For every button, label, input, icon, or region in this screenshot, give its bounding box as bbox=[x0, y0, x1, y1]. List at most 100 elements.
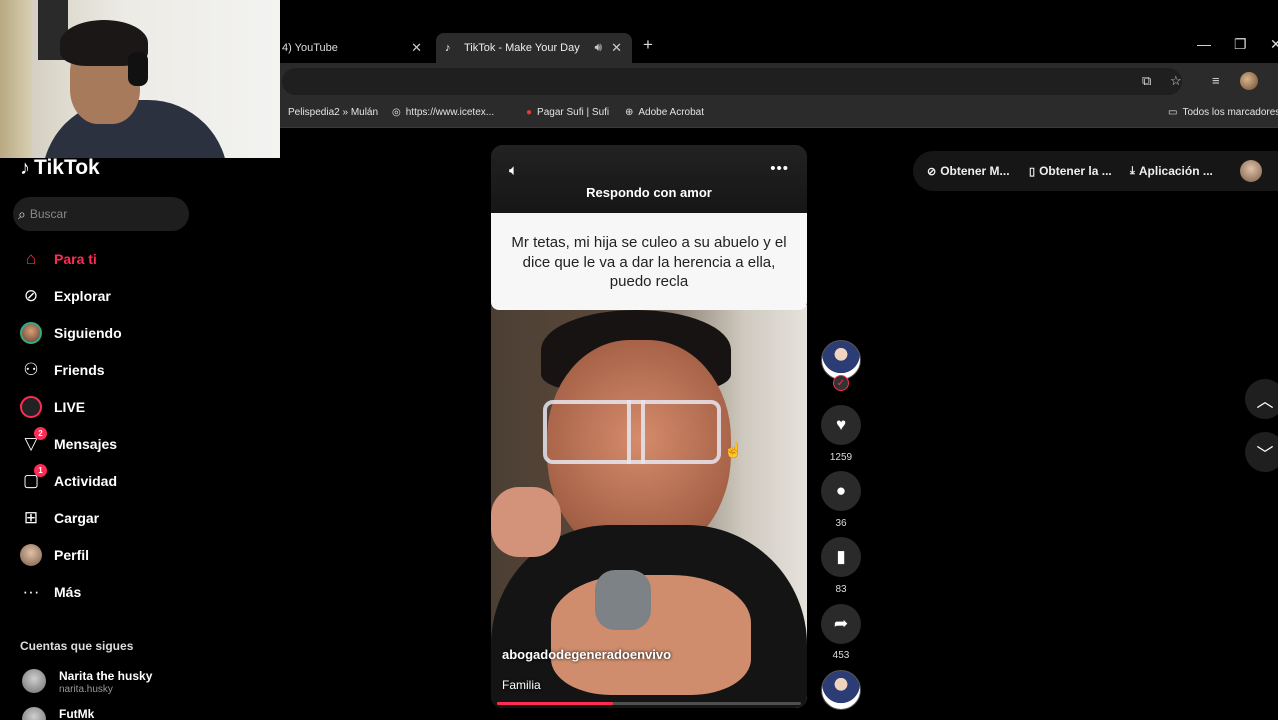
sidebar-item-friends[interactable]: ⚇ Friends bbox=[0, 351, 200, 388]
music-disc-avatar[interactable] bbox=[821, 670, 861, 710]
close-tab-icon[interactable]: ✕ bbox=[411, 40, 422, 56]
home-icon: ⌂ bbox=[25, 248, 37, 268]
search-box[interactable]: ⌕ bbox=[13, 197, 189, 231]
video-progress-bar[interactable] bbox=[497, 702, 801, 705]
chevron-up-icon: ︿ bbox=[1256, 391, 1274, 411]
progress-fill bbox=[497, 702, 613, 705]
bookmark-item[interactable]: ⊕ Adobe Acrobat bbox=[625, 107, 704, 118]
video-person-hand bbox=[491, 487, 561, 557]
bookmark-item[interactable]: ● Pagar Sufi | Sufi bbox=[526, 107, 609, 118]
previous-video-button[interactable]: ︿ bbox=[1245, 379, 1278, 419]
close-tab-icon[interactable]: ✕ bbox=[611, 40, 622, 56]
sidebar-item-label: Perfil bbox=[54, 546, 90, 563]
heart-icon: ♥ bbox=[835, 415, 847, 434]
followed-account[interactable]: Narita the husky narita.husky bbox=[22, 669, 202, 705]
share-button[interactable]: ➦ bbox=[821, 604, 861, 644]
browser-profile-avatar[interactable] bbox=[1240, 72, 1258, 90]
like-count: 1259 bbox=[829, 452, 853, 463]
sidebar-item-mas[interactable]: ··· Más bbox=[0, 573, 200, 610]
bookmark-label: Pagar Sufi | Sufi bbox=[537, 107, 610, 118]
reading-list-icon[interactable]: ≡ bbox=[1212, 73, 1220, 88]
creator-avatar[interactable] bbox=[821, 340, 861, 380]
globe-icon: ◎ bbox=[392, 107, 401, 118]
compass-icon: ⊘ bbox=[23, 285, 39, 305]
comment-button[interactable]: ● bbox=[821, 471, 861, 511]
sidebar-item-cargar[interactable]: ⊞ Cargar bbox=[0, 499, 200, 536]
volume-icon[interactable]: 🔈︎ bbox=[509, 162, 518, 179]
tab-youtube[interactable]: 4) YouTube ✕ bbox=[280, 33, 432, 63]
video-header: 🔈︎ ••• Respondo con amor bbox=[491, 145, 807, 213]
tiktok-favicon-icon: ♪ bbox=[445, 42, 451, 54]
bookmark-item[interactable]: Pelispedia2 » Mulán bbox=[288, 107, 378, 118]
sidebar-item-label: Siguiendo bbox=[54, 324, 122, 341]
save-button[interactable]: ▮ bbox=[821, 537, 861, 577]
omnibox[interactable] bbox=[282, 68, 1182, 95]
sidebar-item-explorar[interactable]: ⊘ Explorar bbox=[0, 277, 200, 314]
bookmark-label: https://www.icetex... bbox=[405, 107, 495, 118]
reply-title: Respondo con amor bbox=[586, 185, 712, 200]
download-icon: ⤓ bbox=[1130, 164, 1135, 177]
video-player[interactable]: 🔈︎ ••• Respondo con amor Mr tetas, mi hi… bbox=[491, 145, 807, 708]
share-count: 453 bbox=[832, 650, 850, 661]
sidebar-item-actividad[interactable]: ▢ 1 Actividad bbox=[0, 462, 200, 499]
bookmark-label: Pelispedia2 » Mulán bbox=[288, 107, 379, 118]
get-mobile-button[interactable]: ⊘ Obtener M... bbox=[927, 164, 1010, 178]
sufi-icon: ● bbox=[526, 107, 533, 118]
comment-count: 36 bbox=[835, 518, 847, 529]
following-heading: Cuentas que sigues bbox=[20, 639, 134, 653]
tab-tiktok[interactable]: ♪ TikTok - Make Your Day 🔊︎ ✕ bbox=[436, 33, 632, 63]
followed-check-icon[interactable]: ✓ bbox=[833, 375, 849, 391]
get-app-button[interactable]: ▯ Obtener la ... bbox=[1029, 164, 1112, 178]
sidebar-item-mensajes[interactable]: ▽ 2 Mensajes bbox=[0, 425, 200, 462]
webcam-overlay bbox=[0, 0, 280, 158]
activity-icon: ▢ 1 bbox=[20, 463, 47, 492]
sidebar-item-siguiendo[interactable]: Siguiendo bbox=[0, 314, 200, 351]
search-icon: ⌕ bbox=[18, 205, 26, 222]
headset-icon bbox=[128, 52, 148, 86]
bookmark-item[interactable]: ◎ https://www.icetex... bbox=[392, 107, 494, 118]
new-tab-icon[interactable]: + bbox=[643, 35, 653, 55]
avatar[interactable] bbox=[1240, 160, 1262, 182]
tab-title: 4) YouTube bbox=[282, 42, 338, 54]
mouse-cursor-icon: ☝ bbox=[724, 442, 743, 459]
account-handle: narita.husky bbox=[59, 684, 113, 695]
all-bookmarks[interactable]: ▭ Todos los marcadores bbox=[1168, 107, 1278, 118]
close-window-icon[interactable]: ✕ bbox=[1270, 36, 1278, 53]
upload-icon: ⊞ bbox=[23, 507, 39, 527]
like-button[interactable]: ♥ bbox=[821, 405, 861, 445]
sidebar-item-perfil[interactable]: Perfil bbox=[0, 536, 200, 573]
folder-icon: ▭ bbox=[1168, 107, 1178, 118]
save-count: 83 bbox=[835, 584, 847, 595]
microphone bbox=[595, 570, 651, 630]
account-name: FutMk bbox=[59, 707, 95, 720]
bookmark-star-icon[interactable]: ☆ bbox=[1170, 73, 1182, 89]
question-card: Mr tetas, mi hija se culeo a su abuelo y… bbox=[491, 213, 807, 310]
sidebar-item-para-ti[interactable]: ⌂ Para ti bbox=[0, 240, 200, 277]
avatar bbox=[22, 669, 46, 693]
comment-icon: ● bbox=[835, 481, 847, 500]
share-icon: ➦ bbox=[833, 614, 849, 633]
search-input[interactable] bbox=[29, 207, 170, 221]
globe-icon: ⊕ bbox=[625, 107, 634, 118]
minimize-icon[interactable]: — bbox=[1197, 36, 1211, 52]
next-video-button[interactable]: ﹀ bbox=[1245, 432, 1278, 472]
app-download-button[interactable]: ⤓ Aplicación ... bbox=[1130, 164, 1213, 178]
button-label: Obtener la ... bbox=[1039, 164, 1112, 178]
sidebar-item-label: Mensajes bbox=[54, 435, 118, 452]
install-app-icon[interactable]: ⧉ bbox=[1142, 73, 1151, 89]
video-person-glasses bbox=[543, 400, 721, 464]
tiktok-logo[interactable]: ♪ TikTok bbox=[20, 156, 100, 180]
tab-audio-icon[interactable]: 🔊︎ bbox=[594, 40, 602, 55]
video-author[interactable]: abogadodegeneradoenvivo bbox=[502, 647, 671, 662]
restore-icon[interactable]: ❐ bbox=[1234, 36, 1247, 53]
tab-title: TikTok - Make Your Day bbox=[464, 42, 580, 54]
friends-icon: ⚇ bbox=[23, 359, 39, 379]
coin-icon: ⊘ bbox=[927, 165, 937, 178]
more-icon: ··· bbox=[22, 581, 40, 601]
profile-avatar bbox=[20, 543, 42, 566]
more-options-icon[interactable]: ••• bbox=[770, 160, 789, 177]
sidebar-item-live[interactable]: LIVE bbox=[0, 388, 200, 425]
avatar bbox=[22, 707, 46, 720]
followed-account[interactable]: FutMk bbox=[22, 707, 202, 720]
video-tag[interactable]: Familia bbox=[502, 678, 541, 692]
